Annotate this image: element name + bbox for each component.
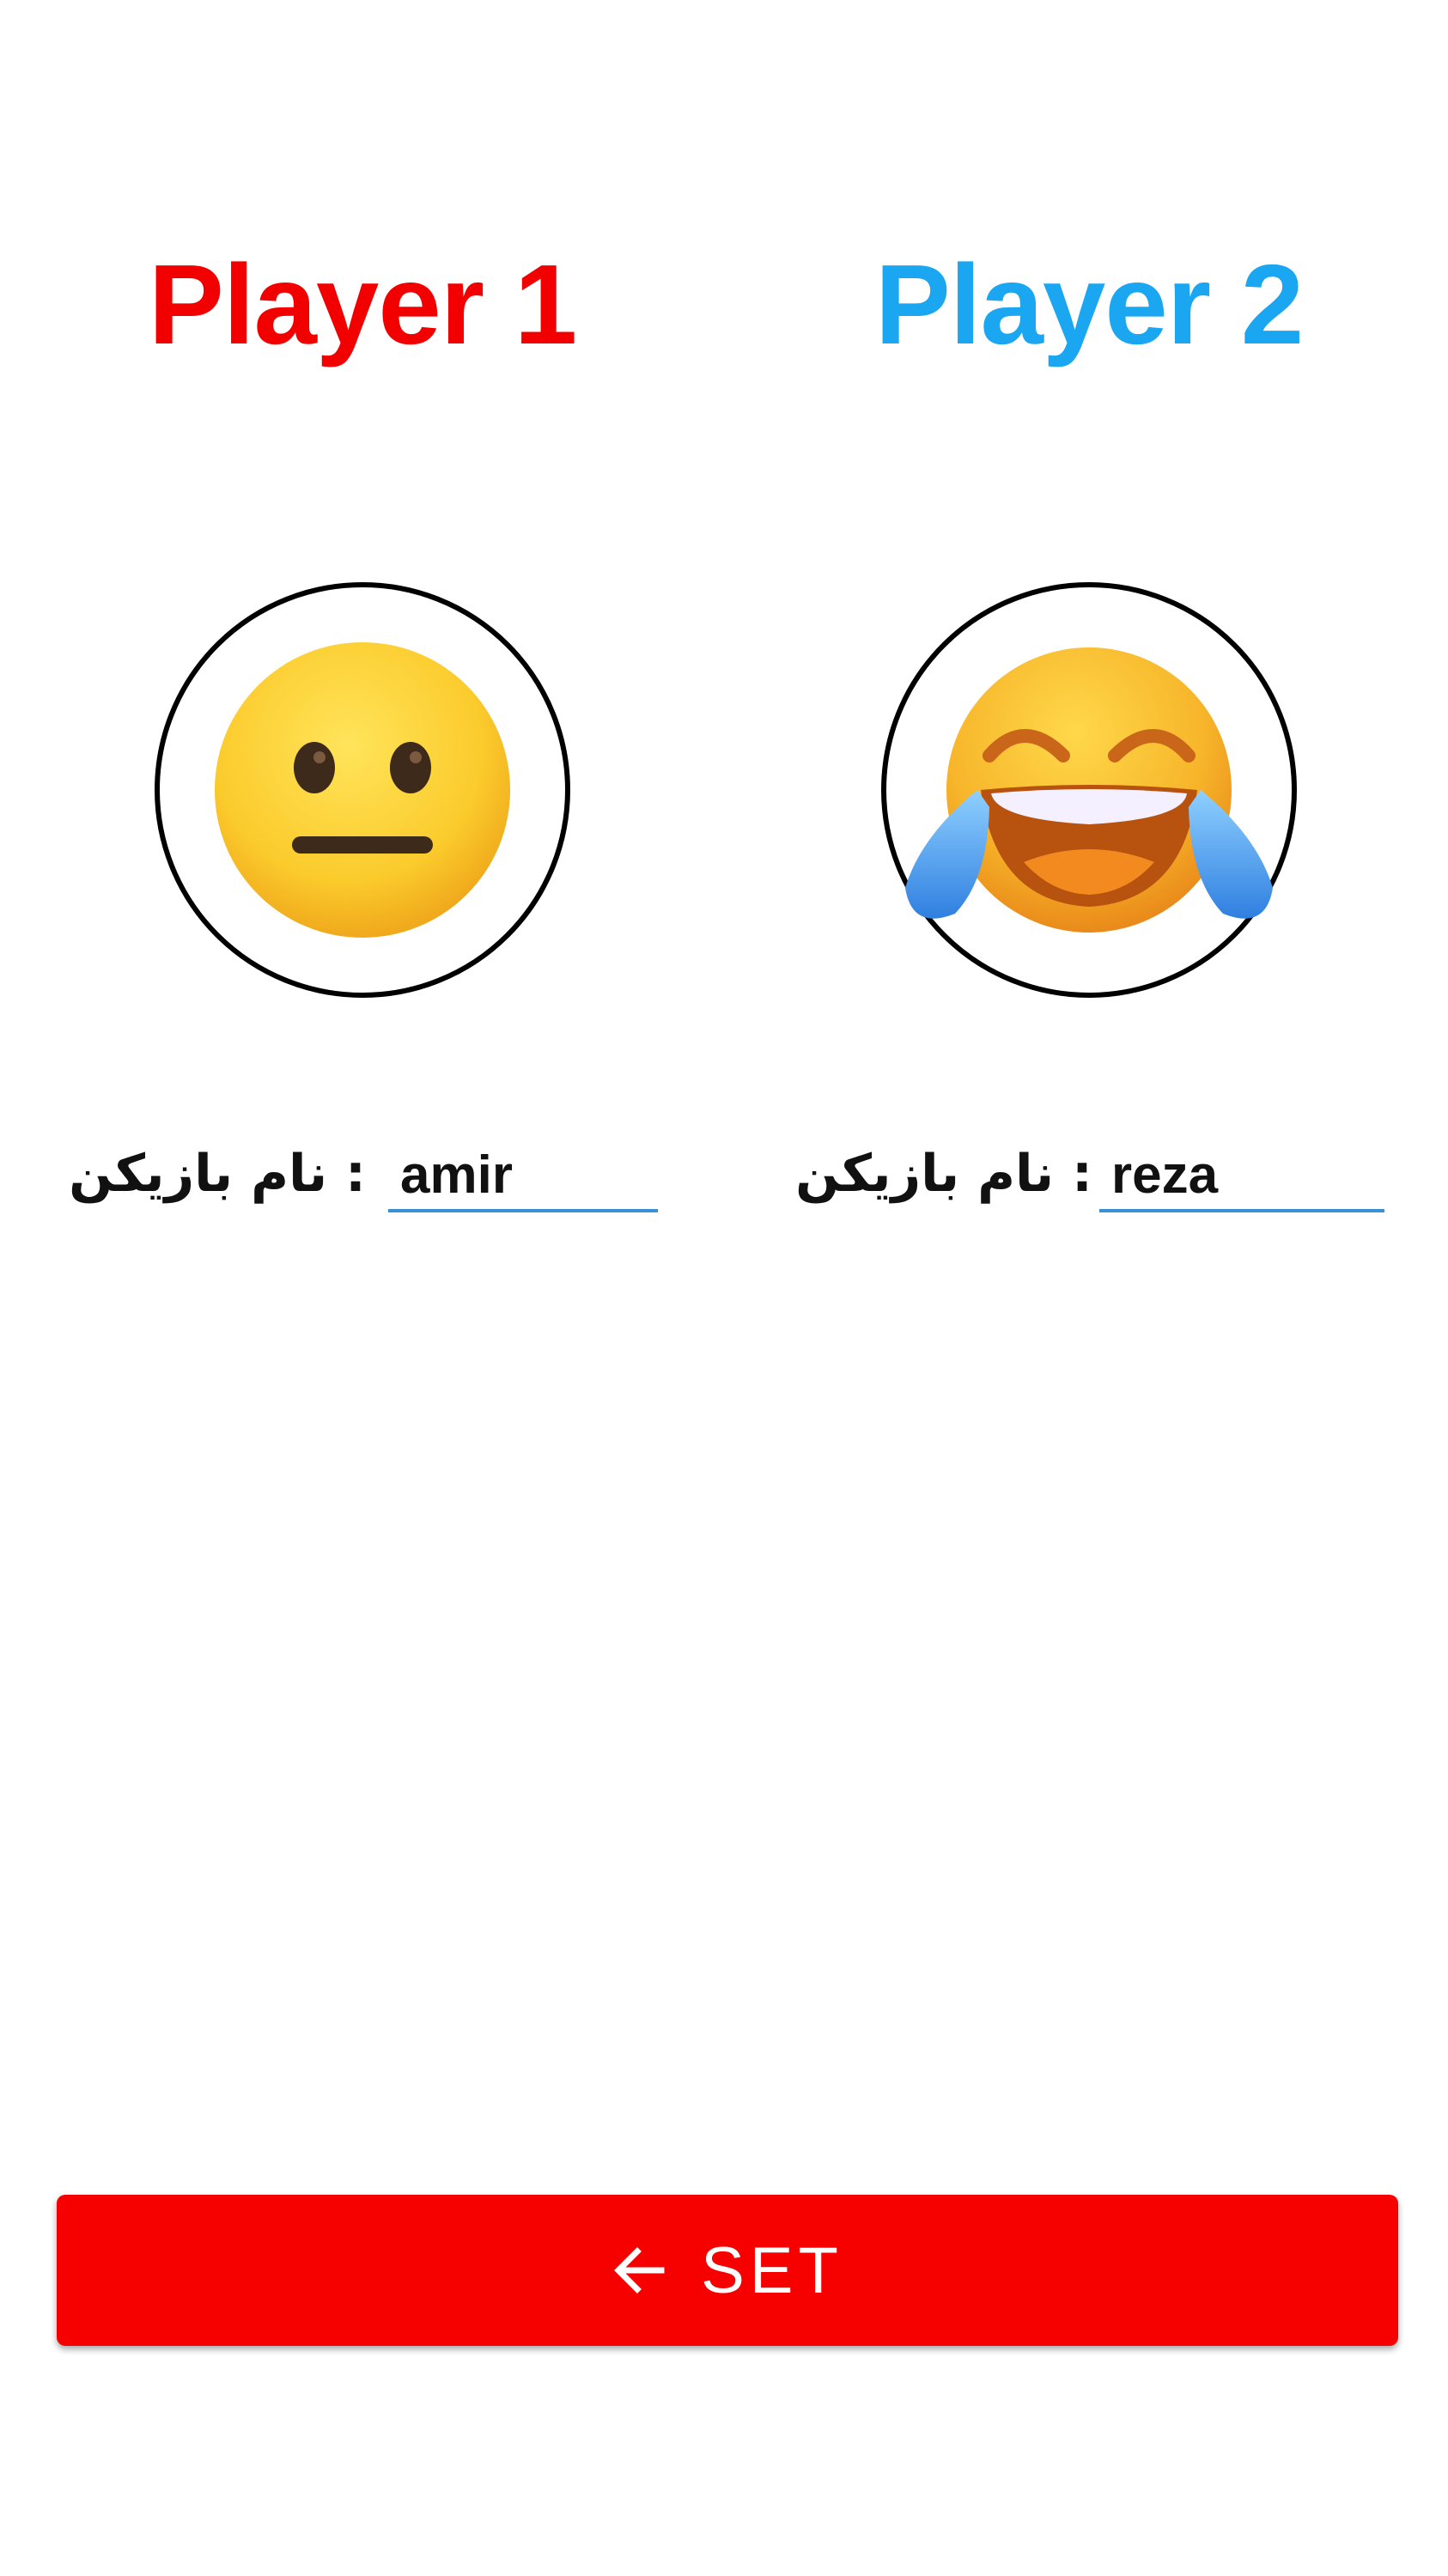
- player-2-name-label: : نام بازیکن: [795, 1144, 1092, 1204]
- neutral-face-emoji-icon: [215, 642, 510, 938]
- player-1-avatar[interactable]: [155, 582, 570, 998]
- player-2-title: Player 2: [874, 241, 1304, 368]
- player-1-name-input[interactable]: [388, 1140, 658, 1212]
- tears-of-joy-emoji-icon: [905, 647, 1273, 933]
- player-2-avatar[interactable]: [881, 582, 1297, 998]
- set-button[interactable]: SET: [57, 2195, 1398, 2346]
- set-button-label: SET: [701, 2233, 843, 2307]
- player-1-title: Player 1: [148, 241, 577, 368]
- arrow-left-icon: [611, 2243, 666, 2298]
- player-1-name-label: : نام بازیکن: [69, 1144, 366, 1204]
- player-2-name-input[interactable]: [1099, 1140, 1384, 1212]
